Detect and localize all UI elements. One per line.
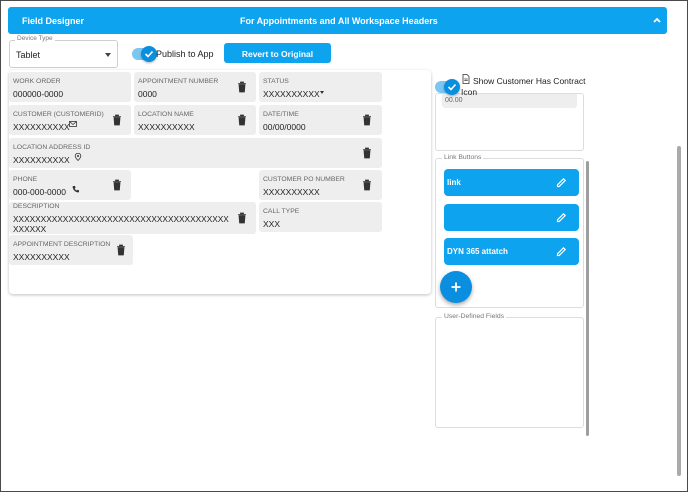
email-icon	[69, 121, 77, 127]
field-phone[interactable]: PHONE 000-000-0000	[9, 170, 131, 200]
trash-icon[interactable]	[362, 147, 372, 159]
field-label: APPOINTMENT DESCRIPTION	[13, 241, 111, 248]
pencil-icon[interactable]	[556, 177, 567, 188]
contract-label: Show Customer Has Contract Icon	[461, 76, 586, 97]
field-label: STATUS	[263, 78, 289, 85]
field-label: DESCRIPTION	[13, 203, 60, 210]
field-date-time[interactable]: DATE/TIME 00/00/0000	[259, 105, 382, 135]
contract-preview-box: 00.00	[435, 93, 584, 151]
check-icon	[144, 50, 154, 58]
field-call-type[interactable]: CALL TYPE XXX	[259, 202, 382, 232]
chevron-up-icon[interactable]	[651, 14, 663, 26]
field-appointment-number[interactable]: APPOINTMENT NUMBER 0000	[134, 72, 256, 102]
dropdown-arrow-icon	[105, 53, 111, 57]
field-status[interactable]: STATUS XXXXXXXXXX	[259, 72, 382, 102]
field-value: XXXXXXXXXX	[138, 122, 195, 132]
field-value: XXXXXXXXXXXXXXXXXXXXXXXXXXXXXXXXXXXXXXXX…	[13, 214, 229, 234]
field-value: 0000	[138, 89, 157, 99]
plus-icon	[451, 282, 461, 292]
field-value: XXXXXXXXXX	[13, 155, 70, 165]
trash-icon[interactable]	[112, 114, 122, 126]
field-value: XXXXXXXXXX	[13, 252, 70, 262]
header-subtitle: For Appointments and All Workspace Heade…	[240, 16, 438, 26]
field-designer-header[interactable]: Field Designer For Appointments and All …	[8, 7, 667, 34]
revert-defaults-button[interactable]: Revert to Original Defaults	[224, 43, 331, 79]
field-value: XXXXXXXXXX	[263, 187, 320, 197]
field-appointment-description[interactable]: APPOINTMENT DESCRIPTION XXXXXXXXXX	[9, 235, 133, 265]
link-button-label: link	[447, 178, 461, 187]
trash-icon[interactable]	[237, 114, 247, 126]
field-value: 000000-0000	[13, 89, 64, 99]
trash-icon[interactable]	[237, 81, 247, 93]
field-label: LOCATION NAME	[138, 111, 194, 118]
trash-icon[interactable]	[362, 114, 372, 126]
link-button-2[interactable]	[444, 204, 579, 231]
location-pin-icon	[74, 153, 82, 161]
header-title: Field Designer	[22, 16, 85, 26]
field-label: CUSTOMER PO NUMBER	[263, 176, 345, 183]
toggle-knob	[444, 79, 460, 95]
field-label: CALL TYPE	[263, 208, 300, 215]
field-customer-po[interactable]: CUSTOMER PO NUMBER XXXXXXXXXX	[259, 170, 382, 200]
add-link-button[interactable]	[440, 271, 472, 303]
trash-icon[interactable]	[116, 244, 126, 256]
field-value: XXX	[263, 219, 281, 229]
link-button-3[interactable]: DYN 365 attatch	[444, 238, 579, 265]
field-label: LOCATION ADDRESS ID	[13, 144, 91, 151]
toggle-knob	[141, 46, 157, 62]
link-button-label: DYN 365 attatch	[447, 247, 508, 256]
status-dropdown-icon[interactable]	[320, 91, 324, 94]
field-customer[interactable]: CUSTOMER (CUSTOMERID) XXXXXXXXXX	[9, 105, 131, 135]
device-type-label: Device Type	[15, 35, 55, 42]
app-window: Field Designer For Appointments and All …	[0, 0, 688, 492]
field-location-address[interactable]: LOCATION ADDRESS ID XXXXXXXXXX	[9, 138, 382, 168]
device-type-value: Tablet	[16, 50, 41, 60]
field-value: XXXXXXXXXX	[13, 122, 70, 132]
trash-icon[interactable]	[362, 179, 372, 191]
field-label: PHONE	[13, 176, 38, 183]
right-panel-scrollbar[interactable]	[586, 161, 589, 436]
field-label: APPOINTMENT NUMBER	[138, 78, 219, 85]
field-location-name[interactable]: LOCATION NAME XXXXXXXXXX	[134, 105, 256, 135]
user-defined-fields-label: User-Defined Fields	[442, 313, 507, 320]
field-value: XXXXXXXXXX	[263, 89, 320, 99]
contract-toggle[interactable]	[435, 79, 460, 95]
phone-icon	[72, 186, 79, 193]
field-value: 000-000-0000	[13, 187, 66, 197]
link-buttons-label: Link Buttons	[442, 154, 484, 161]
device-type-select[interactable]: Device Type Tablet	[9, 35, 118, 68]
field-description[interactable]: DESCRIPTION XXXXXXXXXXXXXXXXXXXXXXXXXXXX…	[9, 202, 256, 234]
check-icon	[447, 83, 457, 91]
field-label: CUSTOMER (CUSTOMERID)	[13, 111, 104, 118]
publish-label: Publish to App	[156, 49, 214, 59]
trash-icon[interactable]	[112, 179, 122, 191]
field-label: WORK ORDER	[13, 78, 61, 85]
pencil-icon[interactable]	[556, 246, 567, 257]
publish-toggle[interactable]	[132, 46, 157, 62]
pencil-icon[interactable]	[556, 212, 567, 223]
field-value: 00/00/0000	[263, 122, 306, 132]
user-defined-fields-box	[435, 317, 584, 428]
trash-icon[interactable]	[237, 212, 247, 224]
page-scrollbar[interactable]	[677, 146, 681, 476]
field-label: DATE/TIME	[263, 111, 299, 118]
link-button-1[interactable]: link	[444, 169, 579, 196]
field-work-order[interactable]: WORK ORDER 000000-0000	[9, 72, 131, 102]
